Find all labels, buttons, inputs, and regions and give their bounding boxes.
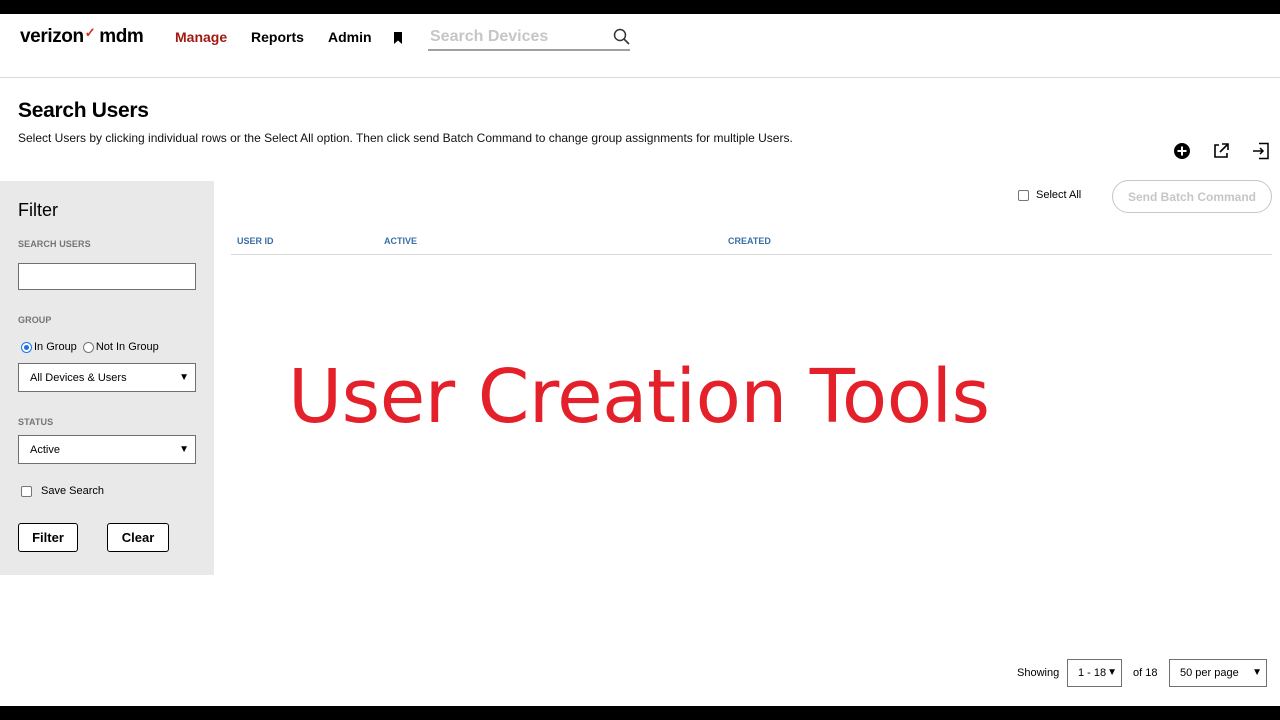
save-search-row: Save Search (21, 485, 104, 497)
group-radio-row: In Group Not In Group (21, 341, 159, 353)
status-label: STATUS (18, 417, 54, 427)
column-header-created[interactable]: CREATED (728, 236, 771, 246)
column-header-user-id[interactable]: USER ID (237, 236, 274, 246)
total-count: of 18 (1133, 667, 1158, 679)
overlay-caption: User Creation Tools (288, 354, 990, 440)
select-all-label[interactable]: Select All (1036, 189, 1081, 201)
clear-button[interactable]: Clear (107, 523, 169, 552)
search-users-label: SEARCH USERS (18, 239, 91, 249)
status-select[interactable]: Active ▼ (18, 435, 196, 464)
not-in-group-radio[interactable] (82, 341, 94, 353)
status-select-value: Active (30, 443, 60, 456)
table-header-divider (231, 254, 1272, 255)
chevron-down-icon: ▼ (1107, 667, 1117, 678)
logo-check-icon: ✓ (84, 25, 96, 40)
logo-brand: verizon (20, 26, 84, 47)
search-users-input[interactable] (18, 263, 196, 290)
page-range-select[interactable]: 1 - 18 ▼ (1067, 659, 1122, 687)
page-title: Search Users (18, 99, 149, 122)
showing-label: Showing (1017, 667, 1060, 679)
page-range-value: 1 - 18 (1078, 667, 1107, 679)
filter-title: Filter (18, 200, 58, 220)
app-page: verizon ✓ mdm Manage Reports Admin Searc… (0, 14, 1280, 706)
chevron-down-icon: ▼ (1252, 667, 1262, 678)
export-icon[interactable] (1212, 142, 1230, 160)
per-page-select[interactable]: 50 per page ▼ (1169, 659, 1267, 687)
nav-admin[interactable]: Admin (328, 29, 372, 45)
logo-product: mdm (99, 26, 144, 47)
filter-button[interactable]: Filter (18, 523, 78, 552)
select-all-checkbox[interactable] (1018, 189, 1029, 201)
page-instructions: Select Users by clicking individual rows… (18, 131, 793, 145)
nav-reports[interactable]: Reports (251, 29, 304, 45)
bookmark-icon[interactable] (393, 32, 403, 44)
chevron-down-icon: ▼ (179, 444, 189, 455)
verizon-mdm-logo[interactable]: verizon ✓ mdm (20, 25, 144, 48)
column-header-active[interactable]: ACTIVE (384, 236, 417, 246)
save-search-checkbox[interactable] (21, 485, 32, 497)
search-devices-input[interactable] (428, 25, 598, 49)
add-circle-icon[interactable] (1173, 142, 1191, 160)
per-page-value: 50 per page (1180, 667, 1239, 679)
not-in-group-label[interactable]: Not In Group (96, 341, 159, 353)
top-navigation: verizon ✓ mdm Manage Reports Admin (0, 14, 1280, 78)
group-select-value: All Devices & Users (30, 371, 127, 384)
nav-manage[interactable]: Manage (175, 29, 227, 45)
send-batch-command-button[interactable]: Send Batch Command (1112, 180, 1272, 213)
import-icon[interactable] (1252, 142, 1270, 160)
save-search-label[interactable]: Save Search (41, 485, 104, 497)
in-group-radio[interactable] (21, 341, 32, 353)
group-label: GROUP (18, 315, 52, 325)
group-select[interactable]: All Devices & Users ▼ (18, 363, 196, 392)
device-search (428, 25, 630, 51)
in-group-label[interactable]: In Group (34, 341, 77, 353)
chevron-down-icon: ▼ (179, 372, 189, 383)
select-all-row: Select All (1018, 189, 1081, 201)
search-icon[interactable] (613, 28, 630, 45)
